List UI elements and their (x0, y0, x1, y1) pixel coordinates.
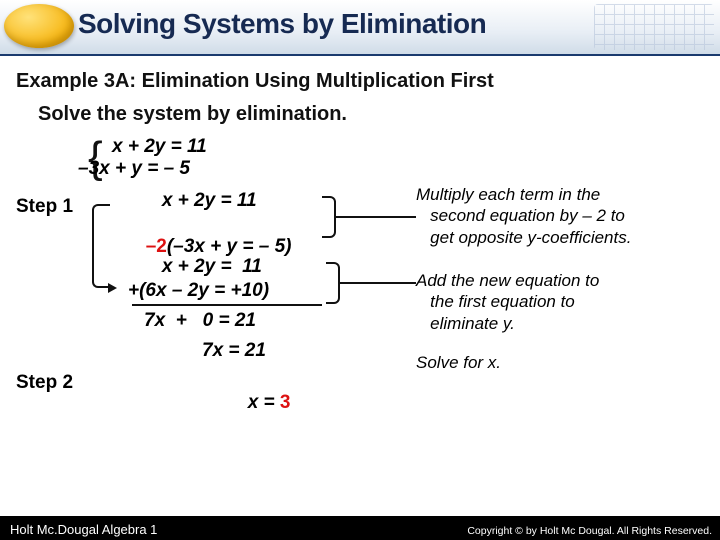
blob-decor (4, 4, 74, 48)
underline-1 (132, 304, 322, 306)
eq2: –3x + y = – 5 (78, 158, 190, 180)
line1 (336, 216, 416, 218)
bracket2 (326, 262, 340, 304)
example-heading: Example 3A: Elimination Using Multiplica… (16, 70, 704, 93)
math-l7: x = 3 (216, 370, 291, 436)
eq1: x + 2y = 11 (112, 136, 207, 158)
title-bar: Solving Systems by Elimination (0, 0, 720, 56)
line2 (340, 282, 416, 284)
note1: Multiply each term in the second equatio… (416, 184, 631, 248)
bracket1 (322, 196, 336, 238)
footer-right: Copyright © by Holt Mc Dougal. All Right… (467, 525, 712, 537)
work-area: Step 1 Step 2 x + 2y = 11 –2(–3x + y = –… (16, 184, 704, 454)
math-l4: +(6x – 2y = +10) (128, 280, 269, 302)
page-title: Solving Systems by Elimination (78, 8, 486, 40)
grid-decor (594, 4, 714, 50)
math-l5: 7x + 0 = 21 (144, 310, 256, 332)
mult-factor: –2 (146, 236, 167, 257)
instruction: Solve the system by elimination. (38, 103, 704, 126)
step1-label: Step 1 (16, 196, 73, 218)
math-l3: x + 2y = 11 (146, 256, 262, 278)
curve-arrow (92, 204, 110, 288)
step2-label: Step 2 (16, 372, 73, 394)
system-equations: { x + 2y = 11 –3x + y = – 5 (106, 136, 704, 184)
footer-left: Holt Mc.Dougal Algebra 1 (10, 522, 157, 537)
math-l1: x + 2y = 11 (146, 190, 257, 212)
math-l6: 7x = 21 (202, 340, 266, 362)
arrowhead-icon (108, 283, 117, 293)
footer-bar: Holt Mc.Dougal Algebra 1 Copyright © by … (0, 516, 720, 540)
note3: Solve for x. (416, 352, 501, 373)
note2: Add the new equation to the first equati… (416, 270, 599, 334)
content-area: Example 3A: Elimination Using Multiplica… (0, 56, 720, 454)
